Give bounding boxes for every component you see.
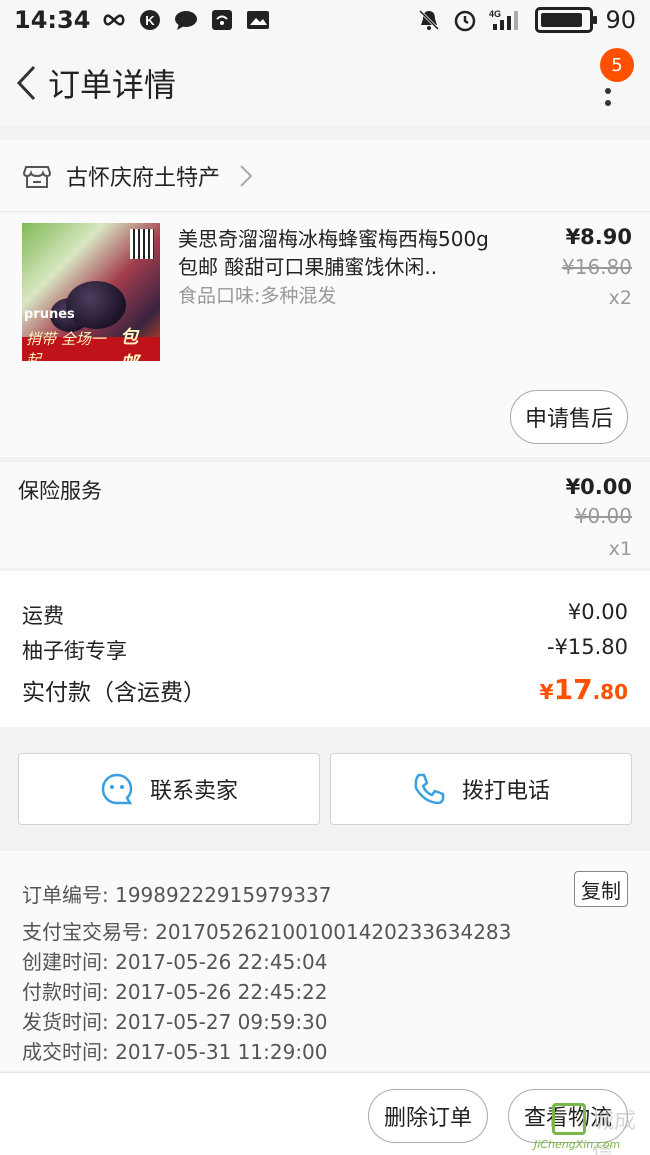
order-number: 订单编号: 19989222915979337 — [22, 883, 332, 907]
product-title[interactable]: 美思奇溜溜梅冰梅蜂蜜梅西梅500g包邮 酸甜可口果脯蜜饯休闲.. — [178, 225, 508, 281]
product-price: ¥8.90 — [565, 225, 632, 249]
signal-4g-icon: 4G — [489, 8, 523, 32]
discount-label: 柚子街专享 — [22, 639, 127, 663]
store-icon — [22, 161, 52, 191]
wifi-hotspot-icon — [210, 8, 234, 32]
k-app-icon: K — [138, 8, 162, 32]
call-phone-button[interactable]: 拨打电话 — [330, 753, 632, 825]
watermark-url: JiChengXin.com — [534, 1138, 621, 1151]
product-quantity: x2 — [608, 287, 632, 309]
contact-seller-button[interactable]: 联系卖家 — [18, 753, 320, 825]
chat-bubble-icon — [174, 8, 198, 32]
product-image-brand: prunes — [24, 307, 75, 322]
order-info: 订单编号: 19989222915979337 复制 支付宝交易号: 20170… — [0, 851, 650, 1071]
paid-integer: 17 — [553, 673, 593, 706]
insurance-item: 保险服务 ¥0.00 ¥0.00 x1 — [0, 462, 650, 568]
product-image[interactable]: prunes 捎带 全场一起 包邮 — [22, 223, 160, 361]
image-message-icon — [246, 8, 270, 32]
back-button[interactable] — [6, 53, 46, 113]
battery-percent: 90 — [605, 6, 636, 34]
status-system-icons: 4G 90 — [417, 6, 636, 34]
created-time: 创建时间: 2017-05-26 22:45:04 — [22, 950, 328, 974]
delete-order-button[interactable]: 删除订单 — [368, 1089, 488, 1143]
infinity-icon — [102, 8, 126, 32]
qr-code-image — [130, 229, 154, 259]
chevron-right-icon — [238, 164, 254, 188]
alipay-transaction-number: 支付宝交易号: 2017052621001001420233634283 — [22, 920, 512, 944]
page-title: 订单详情 — [48, 65, 177, 104]
product-original-price: ¥16.80 — [562, 255, 632, 279]
discount-row: 柚子街专享 -¥15.80 — [22, 635, 628, 665]
svg-text:K: K — [146, 13, 156, 28]
discount-value: -¥15.80 — [546, 635, 628, 659]
apply-after-sale-button[interactable]: 申请售后 — [510, 390, 628, 444]
order-totals: 运费 ¥0.00 柚子街专享 -¥15.80 实付款（含运费） ¥17.80 — [0, 571, 650, 727]
product-item: prunes 捎带 全场一起 包邮 美思奇溜溜梅冰梅蜂蜜梅西梅500g包邮 酸甜… — [0, 213, 650, 457]
shop-row[interactable]: 古怀庆府土特产 — [0, 140, 650, 212]
svg-text:4G: 4G — [489, 9, 501, 19]
chat-smile-icon — [101, 773, 133, 805]
banner-right-text: 包邮 — [120, 327, 139, 361]
paid-time: 付款时间: 2017-05-26 22:45:22 — [22, 980, 328, 1004]
watermark-logo: 城成信 JiChengXin.com — [530, 1091, 648, 1155]
shipped-time: 发货时间: 2017-05-27 09:59:30 — [22, 1010, 328, 1034]
status-notification-icons: K — [102, 8, 270, 32]
shipping-value: ¥0.00 — [567, 600, 628, 624]
plum-graphic — [66, 281, 126, 329]
paid-label: 实付款（含运费） — [22, 680, 206, 706]
status-bar: 14:34 K 4G 90 — [0, 0, 650, 40]
alarm-clock-icon — [453, 8, 477, 32]
copy-button[interactable]: 复制 — [574, 871, 628, 907]
banner-left-text: 捎带 全场一起 — [26, 330, 106, 361]
paid-currency: ¥ — [539, 680, 554, 704]
product-sku: 食品口味:多种混发 — [178, 285, 337, 307]
product-image-banner: 捎带 全场一起 包邮 — [22, 327, 160, 361]
insurance-quantity: x1 — [608, 538, 632, 560]
nav-bar: 订单详情 5 — [0, 40, 650, 125]
shop-name[interactable]: 古怀庆府土特产 — [66, 160, 220, 192]
paid-row: 实付款（含运费） ¥17.80 — [22, 673, 628, 707]
notification-badge: 5 — [600, 48, 634, 82]
mute-bell-icon — [417, 8, 441, 32]
paid-amount: ¥17.80 — [540, 673, 628, 707]
shipping-row: 运费 ¥0.00 — [22, 600, 628, 630]
more-dot-icon — [605, 100, 611, 106]
contact-seller-label: 联系卖家 — [149, 779, 238, 804]
contact-section: 联系卖家 拨打电话 — [0, 743, 650, 838]
paid-decimal: .80 — [592, 680, 628, 704]
bottom-action-bar: 删除订单 查看物流 城成信 JiChengXin.com — [0, 1072, 650, 1155]
completed-time: 成交时间: 2017-05-31 11:29:00 — [22, 1040, 328, 1064]
insurance-original-price: ¥0.00 — [574, 504, 632, 528]
battery-icon — [535, 7, 598, 33]
watermark-icon — [552, 1103, 586, 1135]
call-phone-label: 拨打电话 — [461, 779, 550, 804]
shipping-label: 运费 — [22, 604, 64, 628]
status-time: 14:34 — [14, 6, 91, 34]
insurance-title: 保险服务 — [18, 479, 102, 503]
chevron-left-icon — [16, 65, 36, 100]
more-dot-icon — [605, 88, 611, 94]
insurance-price: ¥0.00 — [565, 475, 632, 499]
phone-icon — [414, 773, 445, 805]
battery-fill — [541, 13, 583, 27]
